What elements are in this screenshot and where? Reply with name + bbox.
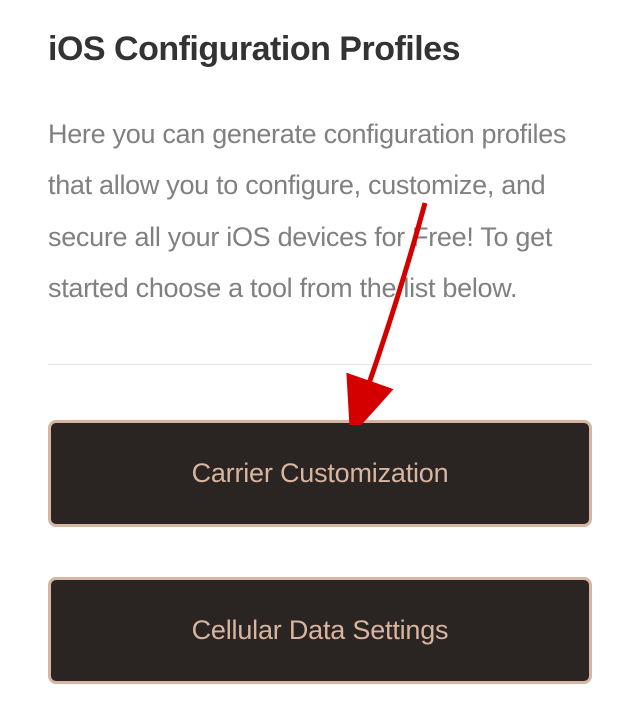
intro-text: Here you can generate configuration prof… xyxy=(48,109,592,314)
button-label: Carrier Customization xyxy=(192,458,449,488)
carrier-customization-button[interactable]: Carrier Customization xyxy=(48,420,592,527)
button-label: Cellular Data Settings xyxy=(192,615,449,645)
page-title: iOS Configuration Profiles xyxy=(48,30,592,69)
cellular-data-settings-button[interactable]: Cellular Data Settings xyxy=(48,577,592,684)
divider xyxy=(48,364,592,365)
